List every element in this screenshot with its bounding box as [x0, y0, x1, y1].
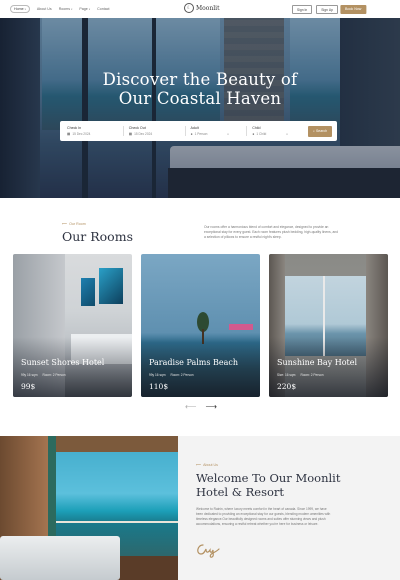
room-guests: Room: 2 Person: [300, 373, 324, 377]
room-name: Sunshine Bay Hotel: [277, 358, 358, 367]
about-title-line: Hotel & Resort: [196, 485, 285, 499]
arrow-right-icon[interactable]: ⟶: [205, 403, 216, 411]
room-meta: 99y 16 sqm Room: 2 Person: [21, 373, 66, 377]
chevron-down-icon: ▾: [227, 132, 229, 136]
child-value: 1 Child: [256, 132, 267, 136]
nav-item-label: Contact: [97, 7, 110, 11]
hero-section: Discover the Beauty of Our Coastal Haven: [0, 18, 400, 198]
user-icon: ●: [190, 132, 193, 136]
arrow-left-icon[interactable]: ⟵: [185, 403, 196, 411]
room-size: Size: 16 sqm: [277, 373, 296, 377]
checkout-value: 15 Dec 2024: [134, 132, 153, 136]
calendar-icon: ▦: [128, 132, 133, 136]
nav-item-label: About Us: [36, 7, 52, 11]
hero-title: Discover the Beauty of Our Coastal Haven: [0, 70, 400, 108]
hero-overlay: [0, 18, 400, 198]
arrow-icon: ⟵: [196, 463, 202, 467]
room-cards: Sunset Shores Hotel 99y 16 sqm Room: 2 P…: [13, 254, 388, 397]
rooms-eyebrow-label: Our Room: [69, 222, 86, 226]
nav-item-rooms[interactable]: Rooms ▾: [59, 7, 73, 11]
auth-buttons: Sign In Sign Up: [292, 5, 338, 14]
checkin-label: Check In: [67, 126, 82, 130]
chevron-down-icon: ▾: [286, 132, 288, 136]
room-guests: Room: 2 Person: [42, 373, 66, 377]
about-photo-bed: [0, 536, 120, 580]
adult-label: Adult: [190, 126, 199, 130]
nav-item-label: Page: [79, 7, 88, 11]
main-nav: Home ▾ About Us Rooms ▾ Page ▾ Contact: [10, 5, 110, 13]
room-photo-artwork: [81, 278, 95, 306]
about-title: Welcome To Our Moonlit Hotel & Resort: [196, 471, 340, 499]
rooms-eyebrow: ⟵ Our Room: [62, 222, 86, 226]
about-text: Welcome to Rainin, where luxury meets co…: [196, 507, 331, 526]
chevron-down-icon: ▾: [88, 7, 91, 11]
calendar-icon: ▦: [67, 132, 71, 136]
arrow-icon: ⟵: [62, 222, 68, 226]
room-name: Paradise Palms Beach: [149, 358, 239, 367]
brand-logo[interactable]: ☾ Moonlit: [184, 3, 219, 13]
about-title-line: Welcome To Our Moonlit: [196, 471, 341, 485]
room-photo-structure: [229, 324, 253, 330]
checkout-field[interactable]: Check Out ▦ 15 Dec 2024: [122, 126, 185, 136]
header: Home ▾ About Us Rooms ▾ Page ▾ Contact ☾…: [0, 0, 400, 18]
chevron-down-icon: ▾: [24, 7, 26, 11]
room-meta: Size: 16 sqm Room: 2 Person: [277, 373, 323, 377]
nav-item-home[interactable]: Home ▾: [10, 5, 30, 13]
search-button-label: Search: [315, 129, 328, 133]
booking-bar: Check In ▦ 15 Dec 2024 Check Out ▦ 15 De…: [60, 121, 337, 141]
room-card[interactable]: Paradise Palms Beach 99y 16 sqm Room: 2 …: [141, 254, 260, 397]
room-meta: 99y 16 sqm Room: 2 Person: [149, 373, 194, 377]
room-card[interactable]: Sunshine Bay Hotel Size: 16 sqm Room: 2 …: [269, 254, 388, 397]
nav-item-about[interactable]: About Us: [37, 7, 52, 11]
sign-in-button[interactable]: Sign In: [292, 5, 313, 14]
about-image: [0, 436, 178, 580]
hero-title-line: Discover the Beauty of: [102, 70, 298, 89]
checkin-field[interactable]: Check In ▦ 15 Dec 2024: [65, 126, 123, 136]
room-price: 110$: [149, 382, 169, 391]
moon-icon: ☾: [184, 3, 194, 13]
hero-title-line: Our Coastal Haven: [118, 89, 282, 108]
nav-item-label: Rooms: [58, 7, 71, 11]
nav-item-label: Home: [14, 7, 24, 11]
rooms-title: Our Rooms: [62, 229, 133, 244]
search-button[interactable]: ⌕ Search: [308, 125, 332, 137]
room-price: 99$: [21, 382, 36, 391]
room-photo-artwork: [99, 268, 123, 304]
user-icon: ●: [252, 132, 255, 136]
about-photo-railing: [56, 521, 178, 523]
checkout-label: Check Out: [128, 126, 146, 130]
child-field[interactable]: Child ● 1 Child ▾: [246, 126, 308, 136]
room-size: 99y 16 sqm: [149, 373, 166, 377]
room-card[interactable]: Sunset Shores Hotel 99y 16 sqm Room: 2 P…: [13, 254, 132, 397]
signature: [195, 542, 221, 563]
room-name: Sunset Shores Hotel: [21, 358, 105, 367]
signature-graphic: [197, 544, 220, 558]
about-eyebrow: ⟵ About Us: [196, 463, 218, 467]
sign-up-button[interactable]: Sign Up: [316, 5, 338, 14]
search-icon: ⌕: [312, 129, 315, 133]
nav-item-page[interactable]: Page ▾: [79, 7, 90, 11]
rooms-description: Our rooms offer a harmonious blend of co…: [204, 225, 338, 239]
brand-name: Moonlit: [196, 4, 220, 12]
adult-value: 1 Person: [194, 132, 208, 136]
room-price: 220$: [277, 382, 297, 391]
carousel-controls: ⟵ ⟶: [185, 403, 217, 411]
about-eyebrow-label: About Us: [203, 463, 218, 467]
checkin-value: 15 Dec 2024: [72, 132, 91, 136]
room-guests: Room: 2 Person: [170, 373, 194, 377]
room-size: 99y 16 sqm: [21, 373, 38, 377]
nav-item-contact[interactable]: Contact: [97, 7, 109, 11]
adult-field[interactable]: Adult ● 1 Person ▾: [184, 126, 247, 136]
child-label: Child: [252, 126, 261, 130]
chevron-down-icon: ▾: [71, 7, 73, 11]
book-now-button[interactable]: Book Now: [340, 4, 367, 14]
